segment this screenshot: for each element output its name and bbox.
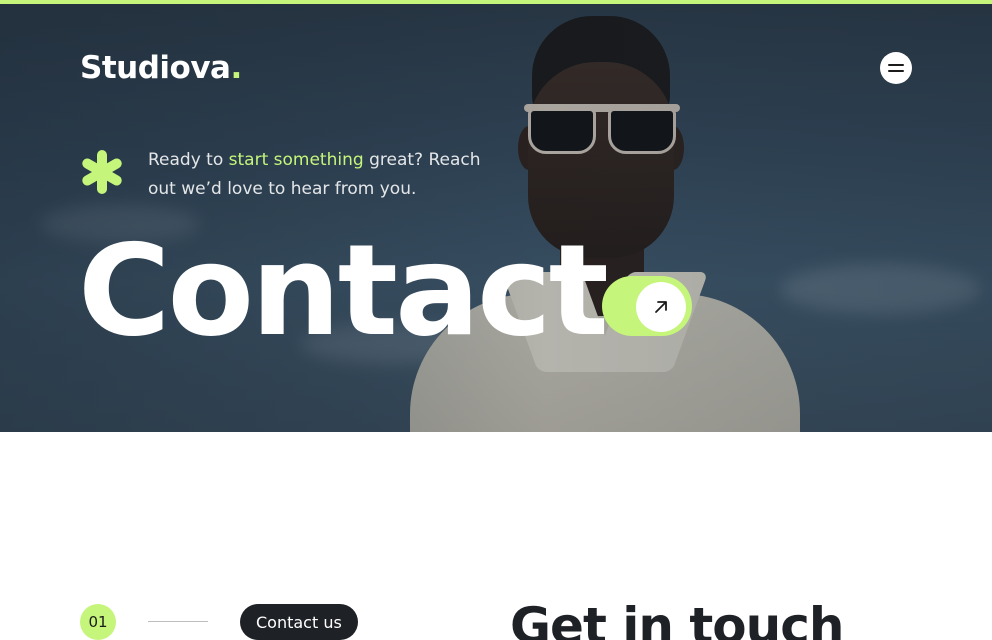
hero-tagline: Ready to start something great? Reach ou… xyxy=(148,150,481,199)
contact-toggle-button[interactable] xyxy=(602,276,692,336)
section-title: Get in touch xyxy=(510,597,844,640)
contact-us-button[interactable]: Contact us xyxy=(240,604,358,640)
tagline-highlight: start something xyxy=(228,150,364,170)
page-title: Contact xyxy=(78,217,609,364)
hamburger-icon xyxy=(888,64,904,66)
asterisk-icon xyxy=(82,150,122,194)
hero-section: Studiova. Ready to start something great… xyxy=(0,4,992,432)
brand-logo[interactable]: Studiova. xyxy=(80,50,242,86)
arrow-up-right-icon xyxy=(655,301,667,313)
divider xyxy=(148,621,208,622)
step-number-badge: 01 xyxy=(80,604,116,640)
menu-button[interactable] xyxy=(880,52,912,84)
